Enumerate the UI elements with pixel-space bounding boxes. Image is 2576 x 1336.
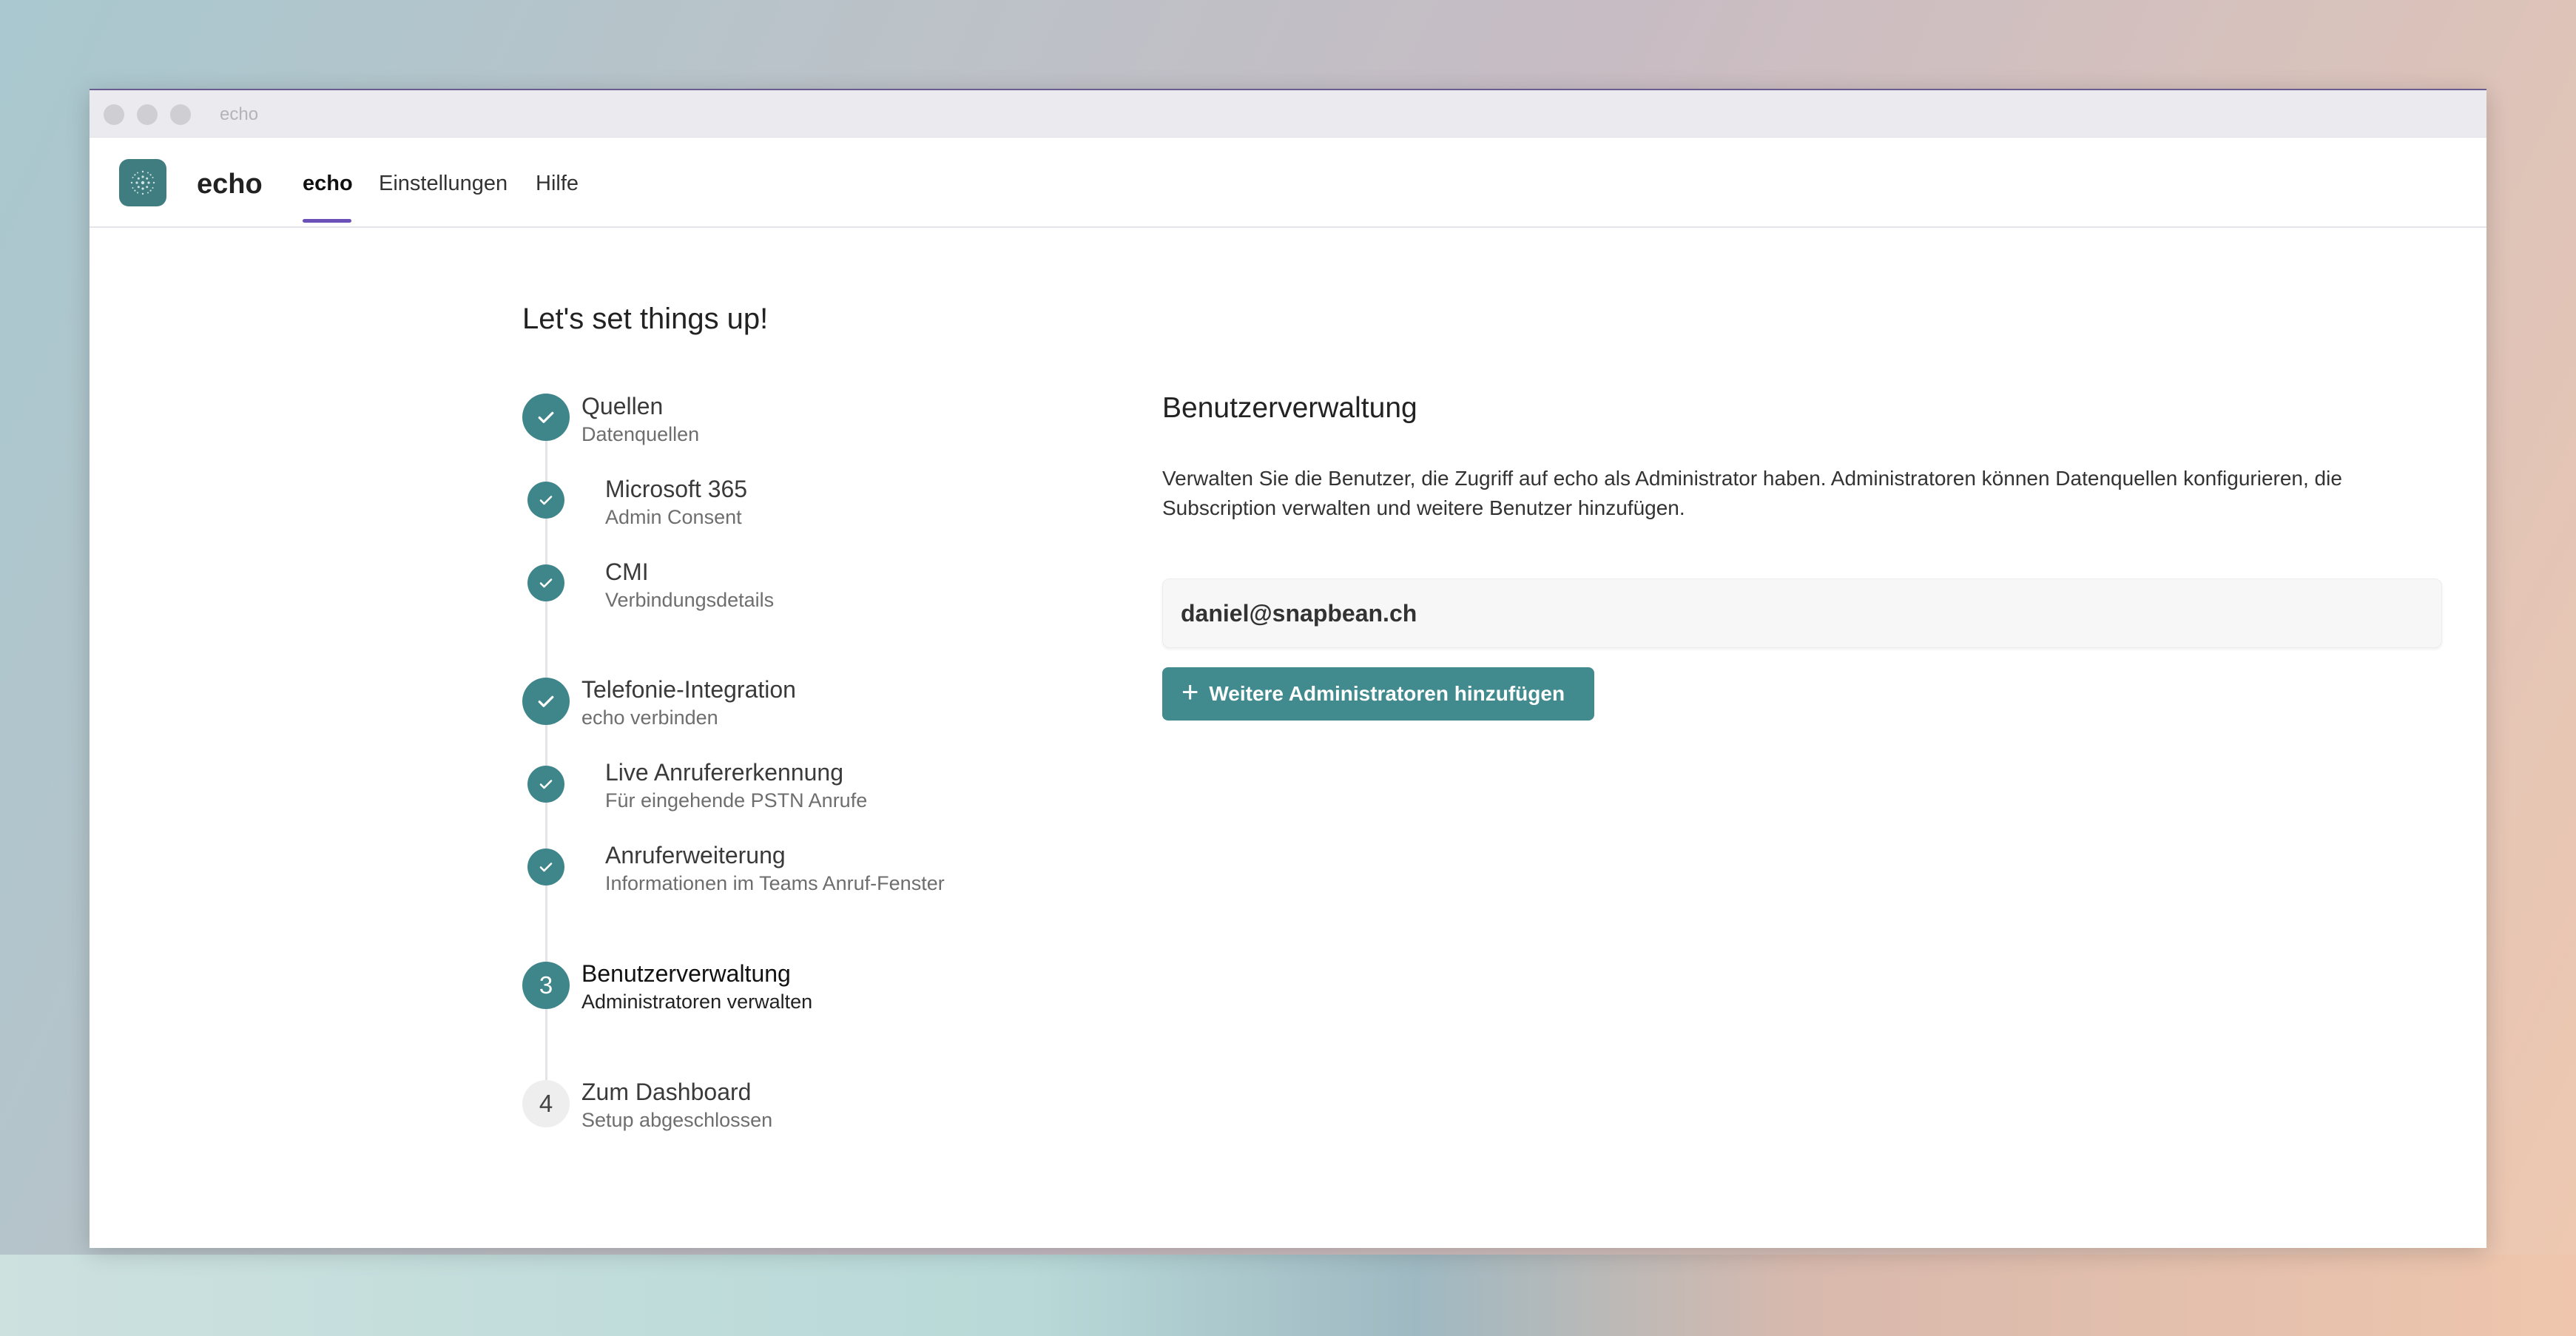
admin-user-email: daniel@snapbean.ch [1181,600,1417,627]
setup-heading: Let's set things up! [522,303,769,335]
plus-icon: + [1181,676,1199,709]
step-anruferweiterung-check-icon [527,849,564,885]
admin-user-card[interactable]: daniel@snapbean.ch [1162,578,2442,648]
step-subtitle: Informationen im Teams Anruf-Fenster [605,872,945,894]
step-subtitle: Administratoren verwalten [581,991,813,1013]
window-titlebar: echo [90,90,2486,138]
step-subtitle: Admin Consent [605,506,742,528]
tab-echo[interactable]: echo [303,172,353,196]
panel-description: Verwalten Sie die Benutzer, die Zugriff … [1162,467,2342,519]
step-title: Live Anrufererkennung [605,759,843,786]
step-4-number-badge: 4 [522,1080,570,1127]
tab-einstellungen[interactable]: Einstellungen [379,172,508,196]
maximize-window-button[interactable] [170,104,191,125]
add-administrators-label: Weitere Administratoren hinzufügen [1209,682,1565,705]
echo-logo-icon[interactable] [119,159,166,206]
window-title: echo [220,104,259,124]
step-title: Anruferweiterung [605,842,786,868]
app-window: echo echo echo Einstellungen Hilfe Let's… [90,89,2486,1248]
tab-hilfe[interactable]: Hilfe [536,172,579,196]
step-subtitle: Verbindungsdetails [605,589,775,611]
brand-name: echo [197,169,263,200]
step-title: Microsoft 365 [605,476,748,502]
close-window-button[interactable] [104,104,124,125]
step-quellen-check-icon [522,394,570,441]
step-subtitle: Datenquellen [581,423,700,445]
minimize-window-button[interactable] [137,104,158,125]
top-navigation: echo echo Einstellungen Hilfe [90,138,2486,228]
step-microsoft365-check-icon [527,482,564,519]
active-tab-indicator [303,219,351,223]
step-live-anrufererkennung-check-icon [527,766,564,803]
step-title: CMI [605,559,649,585]
desktop-background [0,1255,2576,1336]
step-subtitle: Für eingehende PSTN Anrufe [605,789,868,812]
step-title: Benutzerverwaltung [581,960,791,987]
panel-title: Benutzerverwaltung [1162,392,1417,424]
step-title: Telefonie-Integration [581,676,796,703]
step-cmi-check-icon [527,564,564,601]
step-subtitle: echo verbinden [581,706,718,729]
step-number: 4 [539,1090,553,1117]
step-title[interactable]: Zum Dashboard [581,1079,751,1106]
step-title: Quellen [581,393,664,419]
step-subtitle: Setup abgeschlossen [581,1109,773,1131]
step-3-number-badge: 3 [522,962,570,1009]
add-administrators-button[interactable]: + Weitere Administratoren hinzufügen [1162,667,1594,721]
step-telefonie-check-icon [522,678,570,725]
step-number: 3 [539,971,553,999]
